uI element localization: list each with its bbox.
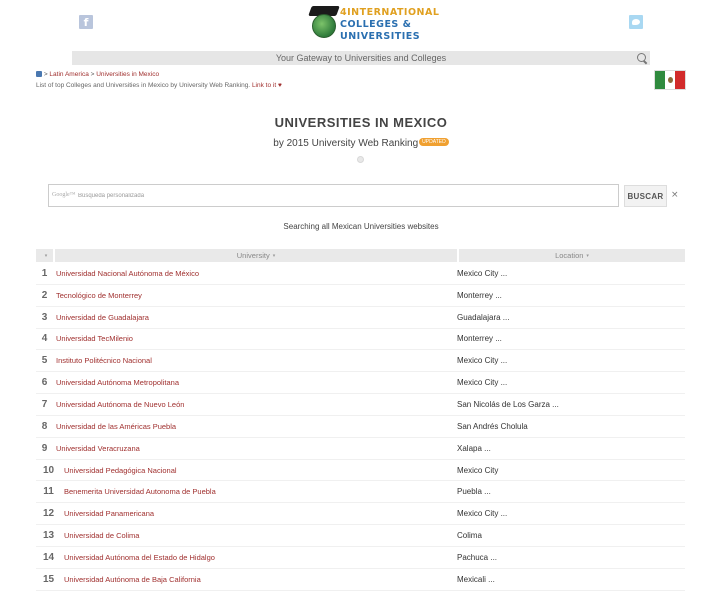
breadcrumb-separator: >	[90, 71, 95, 78]
location-text: Puebla ...	[457, 487, 491, 497]
university-link[interactable]: Universidad de Colima	[64, 531, 457, 540]
location-text: Mexico City ...	[457, 378, 508, 388]
link-to-it[interactable]: Link to it ♥	[252, 82, 282, 89]
table-header: ▾ University ▾ Location ▾	[36, 249, 685, 262]
home-icon[interactable]	[36, 71, 42, 77]
buscar-button[interactable]: BUSCAR	[624, 185, 667, 207]
breadcrumb-separator: >	[43, 71, 48, 78]
university-link[interactable]: Benemerita Universidad Autonoma de Puebl…	[64, 487, 457, 496]
breadcrumb: > Latin America > Universities in Mexico	[36, 71, 159, 78]
table-row: 11 Benemerita Universidad Autonoma de Pue…	[36, 481, 685, 504]
university-column-header[interactable]: University ▾	[55, 249, 457, 262]
gateway-text: Your Gateway to Universities and College…	[275, 53, 447, 63]
rank-number: 13	[42, 530, 55, 542]
page-title: UNIVERSITIES IN MEXICO	[274, 115, 448, 130]
sort-icon: ▾	[586, 253, 589, 259]
table-row: 2 Tecnológico de Monterrey Monterrey ...	[36, 285, 685, 307]
globe-icon	[312, 14, 336, 38]
location-text: Mexico City ...	[457, 356, 508, 366]
breadcrumb-current[interactable]: Universities in Mexico	[96, 71, 159, 78]
university-link[interactable]: Universidad Veracruzana	[56, 444, 457, 453]
location-text: Xalapa ...	[457, 443, 491, 453]
mexico-flag-icon	[654, 70, 686, 90]
rank-number: 11	[43, 486, 54, 498]
rank-number: 3	[41, 311, 48, 323]
page-subtitle: by 2015 University Web Ranking UPDATED	[0, 138, 722, 149]
rank-column-header[interactable]: ▾	[36, 249, 53, 262]
rank-number: 8	[41, 420, 48, 432]
info-dot-icon	[357, 156, 364, 163]
university-link[interactable]: Universidad Autónoma del Estado de Hidal…	[64, 553, 457, 562]
university-link[interactable]: Universidad de Guadalajara	[56, 313, 457, 322]
university-link[interactable]: Universidad Autónoma de Nuevo León	[56, 400, 457, 409]
rank-number: 5	[41, 355, 48, 367]
table-row: 14 Universidad Autónoma del Estado de Hid…	[36, 547, 685, 569]
breadcrumb-latin-america[interactable]: Latin America	[49, 71, 88, 78]
location-text: Mexico City ...	[457, 268, 508, 278]
google-label: Google™	[52, 192, 76, 198]
university-link[interactable]: Universidad Nacional Autónoma de México	[56, 269, 457, 278]
logo-text-line3: UNIVERSITIES	[340, 31, 421, 42]
table-row: 13 Universidad de Colima Colima	[36, 525, 685, 547]
table-row: 4 Universidad TecMilenio Monterrey ...	[36, 329, 685, 351]
search-input[interactable]	[78, 188, 613, 204]
table-row: 7 Universidad Autónoma de Nuevo León San N…	[36, 394, 685, 416]
site-logo[interactable]: 4INTERNATIONAL COLLEGES & UNIVERSITIES	[308, 4, 439, 44]
university-link[interactable]: Tecnológico de Monterrey	[56, 291, 457, 300]
location-text: Mexico City ...	[457, 509, 508, 519]
location-text: Pachuca ...	[457, 552, 498, 562]
search-icon[interactable]	[636, 52, 648, 64]
university-link[interactable]: Universidad TecMilenio	[56, 334, 457, 343]
location-text: Colima	[457, 531, 482, 541]
search-caption: Searching all Mexican Universities websi…	[283, 222, 439, 231]
rank-number: 7	[41, 398, 48, 410]
university-link[interactable]: Universidad Pedagógica Nacional	[64, 466, 457, 475]
rank-number: 2	[41, 289, 48, 301]
table-row: 3 Universidad de Guadalajara Guadalajara .…	[36, 307, 685, 329]
table-row: 9 Universidad Veracruzana Xalapa ...	[36, 438, 685, 460]
rank-number: 15	[42, 573, 55, 585]
logo-text-line2: COLLEGES &	[340, 19, 412, 30]
location-column-header[interactable]: Location ▾	[459, 249, 685, 262]
table-row: 6 Universidad Autónoma Metropolitana Mexic…	[36, 372, 685, 395]
university-link[interactable]: Universidad Autónoma de Baja California	[64, 575, 457, 584]
facebook-icon[interactable]: f	[79, 15, 93, 29]
location-text: San Nicolás de Los Garza ...	[457, 399, 559, 409]
table-row: 10 Universidad Pedagógica Nacional Mexico …	[36, 460, 685, 482]
location-text: Mexico City	[457, 465, 499, 475]
sort-icon: ▾	[272, 253, 276, 259]
logo-text-line1: 4INTERNATIONAL	[340, 7, 440, 18]
university-table: 1 Universidad Nacional Autónoma de México…	[36, 263, 685, 591]
description-text: List of top Colleges and Universities in…	[36, 82, 251, 89]
custom-search-box[interactable]: Google™	[48, 184, 619, 207]
location-text: Guadalajara ...	[457, 312, 510, 322]
clear-search-icon[interactable]: ×	[671, 190, 679, 200]
subtitle-text: by 2015 University Web Ranking	[273, 138, 419, 149]
location-text: San Andrés Cholula	[457, 421, 528, 431]
rank-number: 9	[41, 442, 48, 454]
university-link[interactable]: Universidad de las Américas Puebla	[56, 422, 457, 431]
rank-number: 12	[42, 508, 55, 520]
table-row: 1 Universidad Nacional Autónoma de México…	[36, 263, 685, 285]
table-row: 15 Universidad Autónoma de Baja Californi…	[36, 569, 685, 591]
rank-number: 10	[42, 464, 55, 476]
table-row: 5 Instituto Politécnico Nacional Mexico Ci…	[36, 350, 685, 373]
table-row: 8 Universidad de las Américas Puebla San A…	[36, 416, 685, 438]
rank-number: 1	[41, 267, 48, 279]
university-link[interactable]: Universidad Panamericana	[64, 509, 457, 518]
rank-number: 4	[41, 333, 48, 345]
university-link[interactable]: Instituto Politécnico Nacional	[56, 356, 457, 365]
updated-badge: UPDATED	[419, 138, 449, 146]
twitter-icon[interactable]	[629, 15, 643, 29]
sort-icon: ▾	[44, 253, 48, 259]
rank-number: 14	[42, 551, 55, 563]
university-link[interactable]: Universidad Autónoma Metropolitana	[56, 378, 457, 387]
location-text: Mexicali ...	[457, 574, 495, 584]
page-description: List of top Colleges and Universities in…	[36, 82, 282, 89]
location-text: Monterrey ...	[457, 290, 502, 300]
rank-number: 6	[41, 377, 48, 389]
table-row: 12 Universidad Panamericana Mexico City ..…	[36, 503, 685, 526]
gateway-search-bar[interactable]: Your Gateway to Universities and College…	[72, 51, 650, 65]
location-text: Monterrey ...	[457, 334, 502, 344]
